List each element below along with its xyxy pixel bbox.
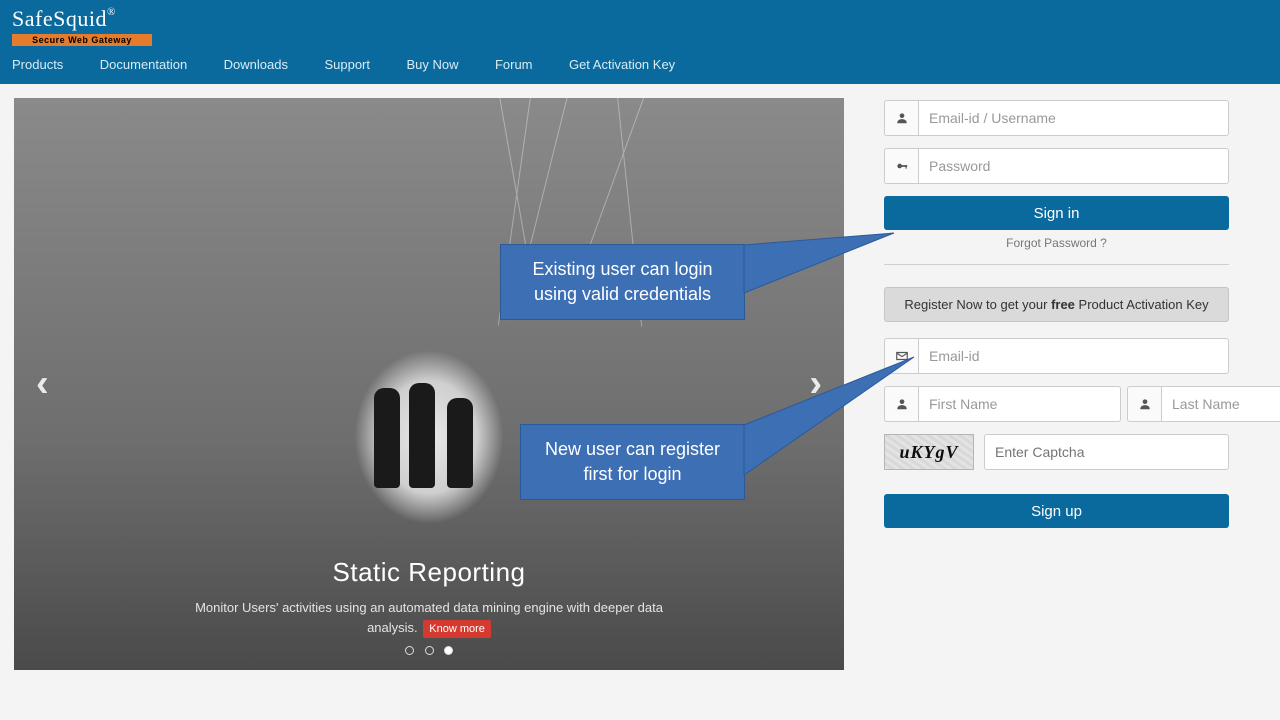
nav-buy-now[interactable]: Buy Now [406,57,458,72]
signup-button[interactable]: Sign up [884,494,1229,528]
nav-documentation[interactable]: Documentation [100,57,187,72]
main-nav: Products Documentation Downloads Support… [0,48,1280,84]
signin-button[interactable]: Sign in [884,196,1229,230]
forgot-password-link[interactable]: Forgot Password ? [884,236,1229,250]
carousel-prev-icon[interactable]: ‹ [36,363,49,406]
auth-panel: Sign in Forgot Password ? Register Now t… [884,98,1229,670]
topbar: SafeSquid® Secure Web Gateway [0,0,1280,48]
username-row [884,100,1229,136]
brand-logo[interactable]: SafeSquid® Secure Web Gateway [12,6,152,46]
reg-name-row [884,386,1229,422]
carousel-dot-2[interactable] [425,646,434,655]
captcha-field[interactable] [984,434,1229,470]
carousel-dot-1[interactable] [405,646,414,655]
reg-email-field[interactable] [918,338,1229,374]
nav-products[interactable]: Products [12,57,63,72]
nav-activation-key[interactable]: Get Activation Key [569,57,675,72]
carousel-dots [14,642,844,660]
carousel-silhouette [314,338,544,558]
hero-carousel: ‹ › Static Reporting Monitor Users' acti… [14,98,844,670]
carousel-caption: Static Reporting Monitor Users' activiti… [14,557,844,638]
carousel-dot-3[interactable] [444,646,453,655]
password-row [884,148,1229,184]
captcha-row: uKYgV [884,434,1229,470]
first-name-field[interactable] [918,386,1121,422]
carousel-desc: Monitor Users' activities using an autom… [189,598,669,638]
reg-email-row [884,338,1229,374]
username-field[interactable] [918,100,1229,136]
panel-divider [884,264,1229,265]
nav-downloads[interactable]: Downloads [224,57,288,72]
register-banner: Register Now to get your free Product Ac… [884,287,1229,322]
know-more-button[interactable]: Know more [423,620,491,639]
key-icon [884,148,918,184]
nav-forum[interactable]: Forum [495,57,533,72]
last-name-field[interactable] [1161,386,1280,422]
carousel-title: Static Reporting [14,557,844,588]
nav-support[interactable]: Support [324,57,370,72]
callout-register: New user can register first for login [520,424,745,500]
callout-login: Existing user can login using valid cred… [500,244,745,320]
password-field[interactable] [918,148,1229,184]
brand-tagline: Secure Web Gateway [12,34,152,46]
user-icon [1127,386,1161,422]
user-icon [884,100,918,136]
brand-name: SafeSquid® [12,6,116,31]
